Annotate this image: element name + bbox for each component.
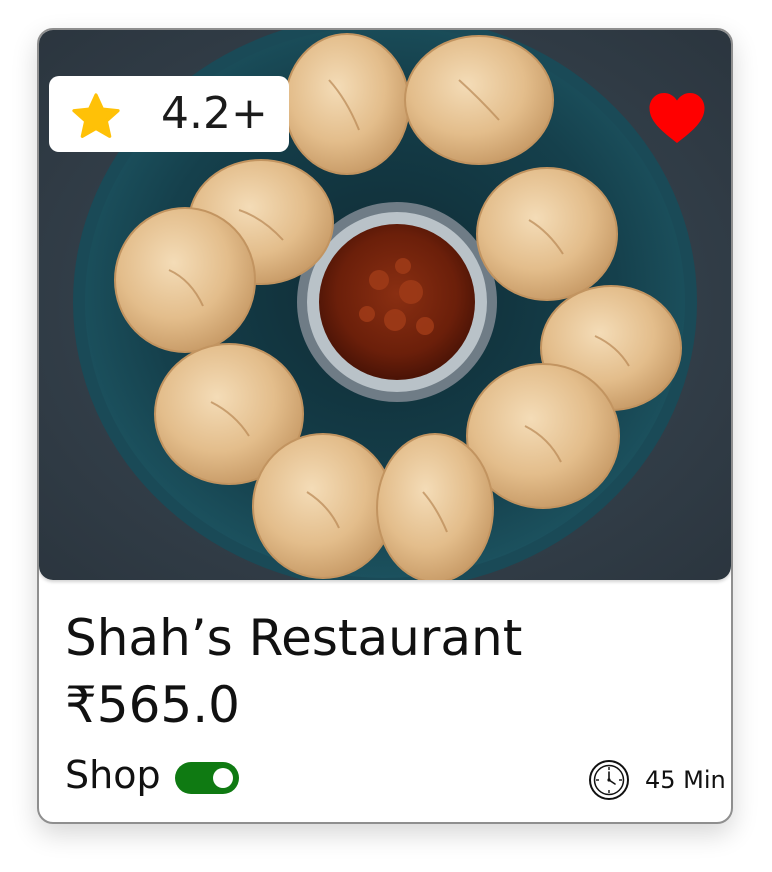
restaurant-name: Shah’s Restaurant (65, 609, 523, 667)
toggle-knob (213, 768, 233, 788)
star-icon (72, 93, 120, 138)
delivery-time: 45 Min (645, 766, 726, 794)
rating-value: 4.2+ (161, 88, 268, 139)
clock-icon (589, 760, 629, 800)
price: ₹565.0 (65, 676, 240, 734)
shop-toggle[interactable] (175, 762, 239, 794)
restaurant-card[interactable]: 4.2+ Shah’s Restaurant ₹565.0 Shop 45 Mi… (37, 28, 733, 824)
shop-label: Shop (65, 753, 161, 797)
heart-icon[interactable] (647, 90, 707, 146)
rating-badge: 4.2+ (49, 76, 289, 152)
